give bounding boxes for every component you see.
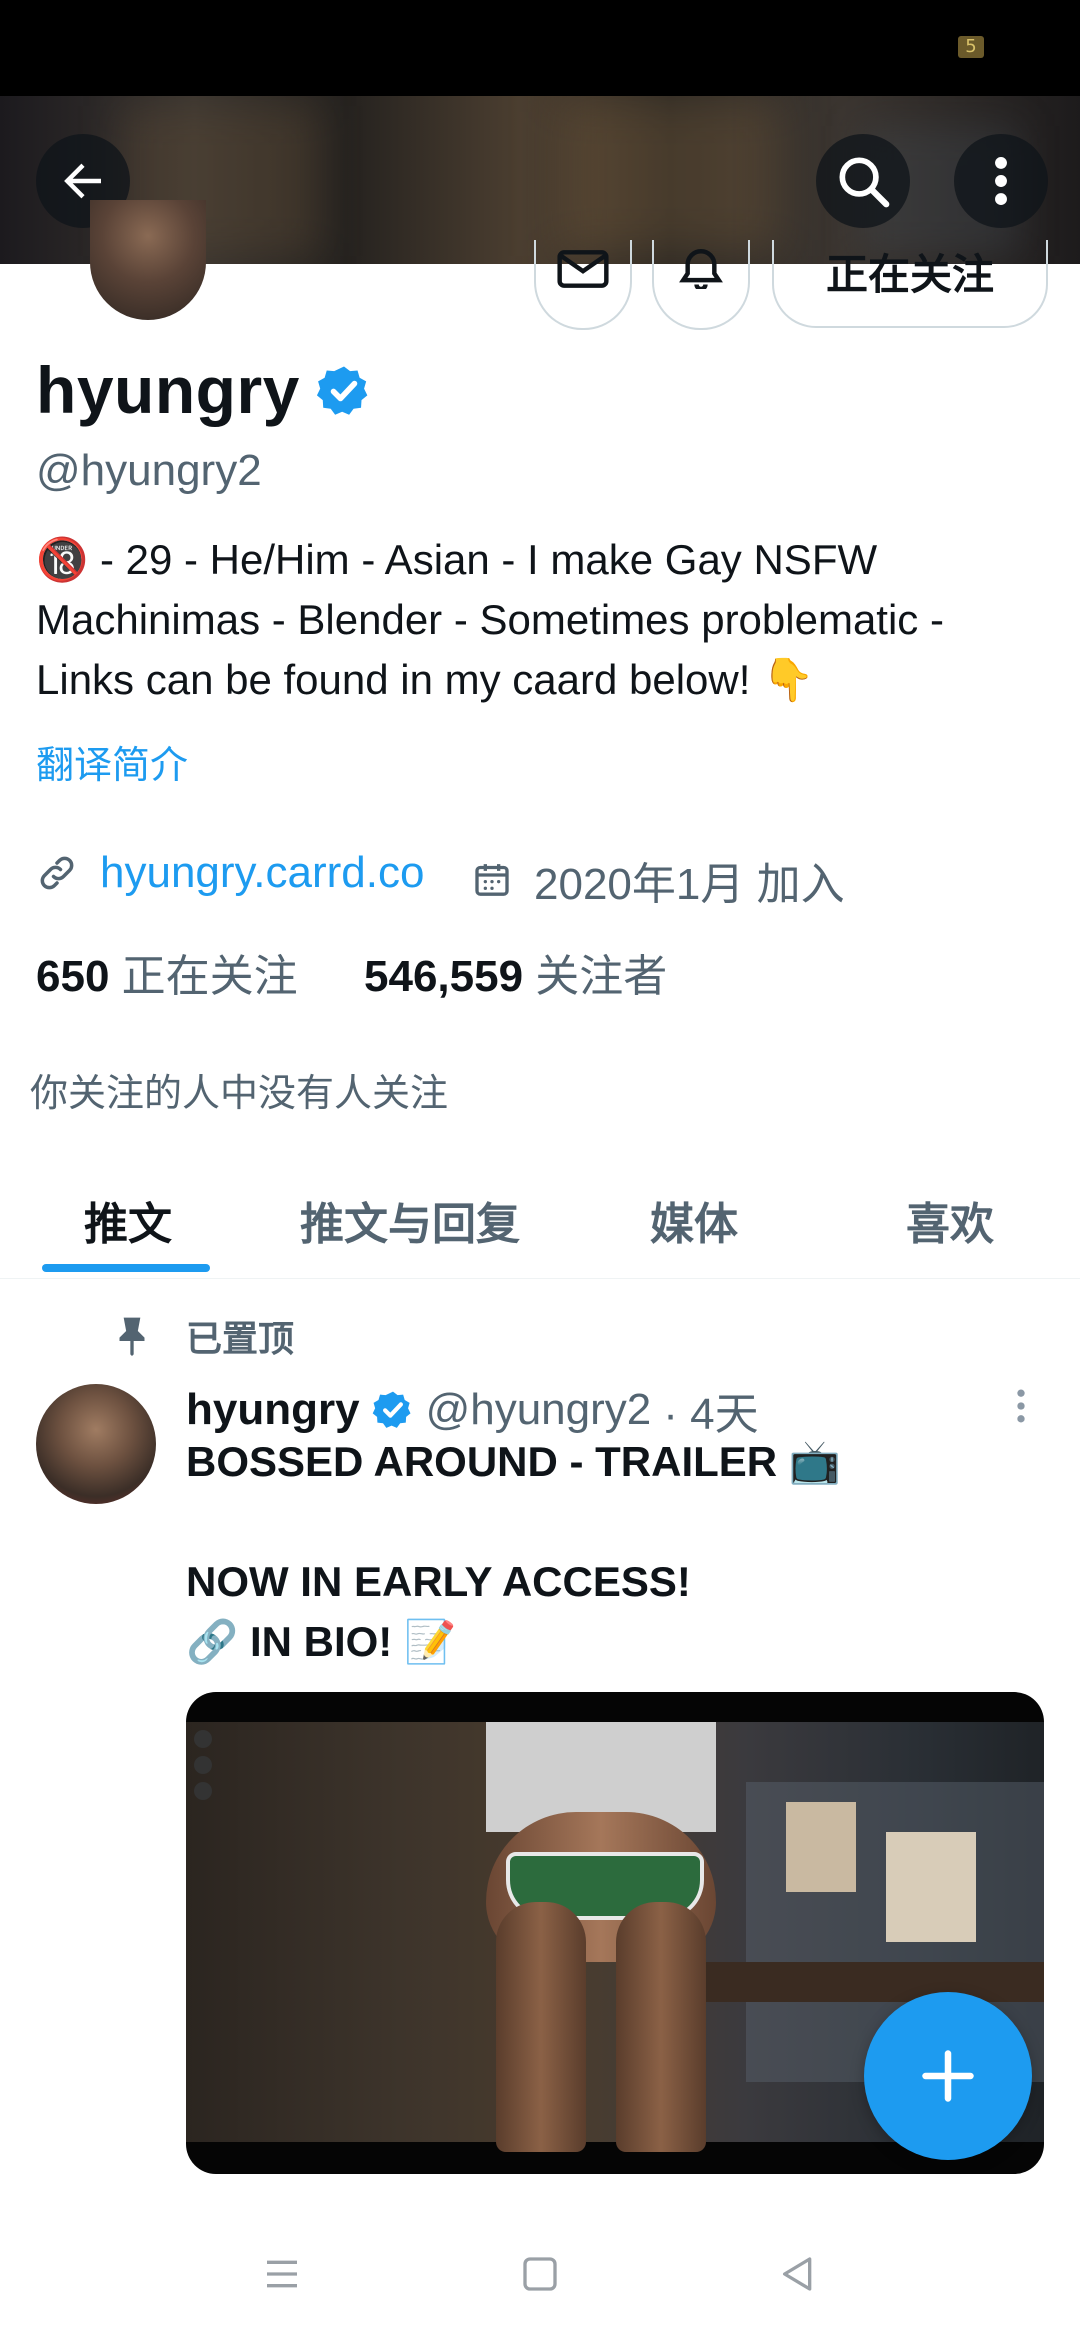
calendar-icon	[475, 864, 509, 896]
recent-apps-button[interactable]	[252, 2244, 312, 2304]
system-back-button[interactable]	[768, 2244, 828, 2304]
profile-handle: @hyungry2	[36, 446, 262, 495]
post-line: 🔗 IN BIO! 📝	[186, 1618, 457, 1665]
tab-posts[interactable]: 推文	[84, 1188, 172, 1252]
notifications-button[interactable]	[652, 240, 750, 330]
post-text: BOSSED AROUND - TRAILER 📺 NOW IN EARLY A…	[186, 1432, 1046, 1672]
more-vertical-icon	[995, 156, 1007, 206]
following-label: 正在关注	[121, 952, 298, 1001]
back-triangle-icon	[783, 2257, 812, 2291]
profile-tabs: 推文 推文与回复 媒体 喜欢	[0, 1160, 1080, 1279]
pointing-down-emoji: 👇	[762, 655, 815, 704]
mail-icon	[557, 250, 609, 288]
followers-label: 关注者	[535, 952, 668, 1001]
message-button[interactable]	[534, 240, 632, 330]
profile-name: hyungry	[36, 353, 300, 427]
post-line	[186, 1492, 1046, 1552]
link-icon	[40, 856, 74, 890]
following-stat[interactable]: 650 正在关注	[36, 940, 298, 1004]
tab-media[interactable]: 媒体	[650, 1188, 738, 1252]
post-line: BOSSED AROUND - TRAILER 📺	[186, 1438, 842, 1485]
profile-avatar[interactable]	[90, 200, 206, 320]
compose-button[interactable]	[864, 1992, 1032, 2160]
pin-icon	[119, 1317, 145, 1356]
tab-likes[interactable]: 喜欢	[906, 1188, 994, 1252]
verified-badge-icon	[372, 1391, 411, 1428]
mutual-followers-text: 你关注的人中没有人关注	[30, 1073, 449, 1115]
website-row[interactable]: hyungry.carrd.co	[36, 848, 424, 898]
adult-content-emoji: 🔞	[36, 535, 89, 584]
home-square-icon	[523, 2257, 557, 2291]
followers-count: 546,559	[364, 952, 524, 1001]
search-icon	[839, 157, 890, 208]
compose-plus-icon	[922, 2050, 974, 2102]
active-tab-indicator	[42, 1264, 210, 1272]
post-more-icon[interactable]	[1010, 1384, 1032, 1428]
profile-bio: 🔞 - 29 - He/Him - Asian - I make Gay NSF…	[36, 530, 1046, 710]
home-button[interactable]	[510, 2244, 570, 2304]
pinned-indicator: 已置顶	[112, 1310, 294, 1362]
pinned-label: 已置顶	[186, 1318, 295, 1359]
followers-stat[interactable]: 546,559 关注者	[364, 940, 667, 1004]
post-author-handle: @hyungry2	[425, 1385, 652, 1434]
translate-bio-link[interactable]: 翻译简介	[36, 734, 188, 789]
following-button[interactable]: 正在关注	[772, 240, 1048, 328]
post-author-name[interactable]: hyungry	[186, 1385, 360, 1435]
more-button[interactable]	[954, 134, 1048, 228]
post-author-avatar[interactable]	[36, 1384, 156, 1504]
verified-badge-icon	[316, 366, 368, 415]
system-nav-bar	[0, 2200, 1080, 2340]
search-button[interactable]	[816, 134, 910, 228]
bell-plus-icon	[679, 249, 723, 289]
post-line: NOW IN EARLY ACCESS!	[186, 1558, 691, 1605]
menu-icon	[267, 2260, 297, 2288]
joined-date: 2020年1月 加入	[534, 860, 845, 909]
tab-posts-replies[interactable]: 推文与回复	[300, 1188, 520, 1252]
website-link[interactable]: hyungry.carrd.co	[100, 848, 424, 898]
following-count: 650	[36, 952, 110, 1001]
joined-row: 2020年1月 加入	[472, 848, 845, 912]
battery-indicator: 5	[958, 36, 984, 58]
status-bar: 5	[0, 0, 1080, 96]
